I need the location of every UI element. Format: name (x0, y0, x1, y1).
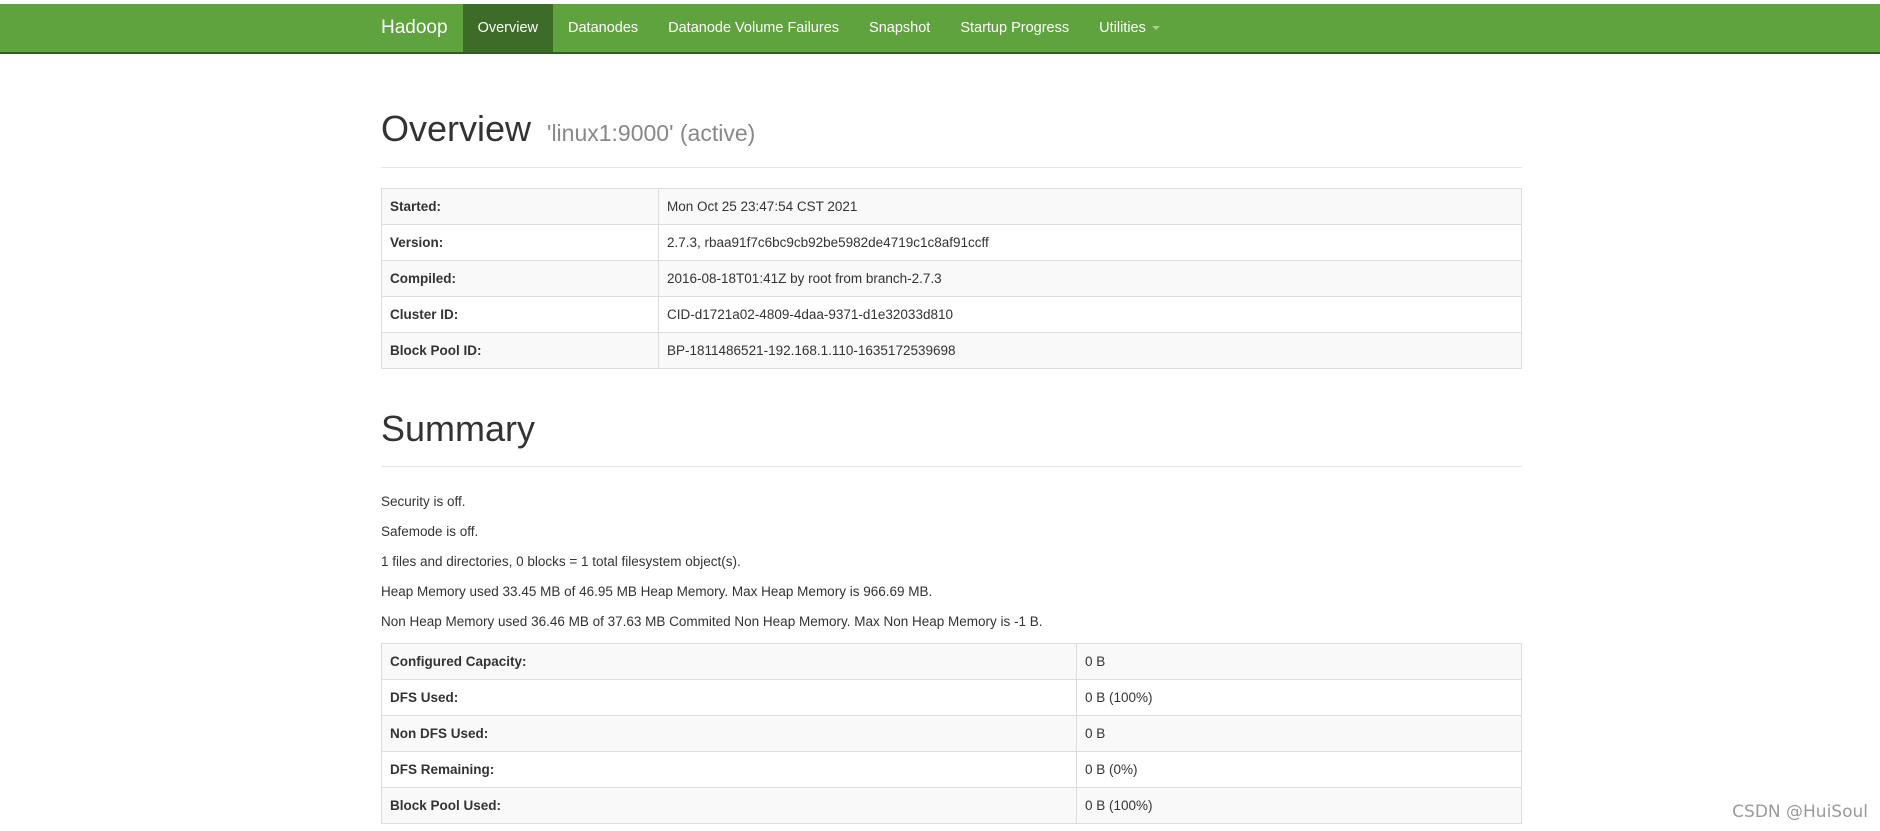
overview-title: Overview 'linux1:9000' (active) (381, 109, 1522, 149)
summary-title: Summary (381, 407, 536, 449)
filesystem-objects: 1 files and directories, 0 blocks = 1 to… (381, 554, 741, 570)
table-row: DFS Remaining: 0 B (0%) (381, 751, 1522, 789)
row-value: 0 B (0%) (1076, 751, 1522, 789)
main-container: Overview 'linux1:9000' (active) Started:… (381, 52, 1522, 825)
row-key: Block Pool ID: (381, 331, 659, 369)
row-key: Cluster ID: (381, 295, 659, 333)
table-row: Block Pool ID: BP-1811486521-192.168.1.1… (381, 331, 1522, 369)
nav-utilities-dropdown[interactable]: Utilities (1084, 4, 1175, 52)
row-value: 2016-08-18T01:41Z by root from branch-2.… (658, 259, 1522, 297)
row-key: Block Pool Used: (381, 787, 1077, 825)
row-key: Compiled: (381, 259, 659, 297)
row-key: Non DFS Used: (381, 715, 1077, 753)
row-value: 0 B (100%) (1076, 679, 1522, 717)
nav-overview[interactable]: Overview (462, 4, 553, 52)
nav-startup-progress[interactable]: Startup Progress (945, 4, 1084, 52)
row-value: 2.7.3, rbaa91f7c6bc9cb92be5982de4719c1c8… (658, 223, 1522, 261)
row-key: DFS Used: (381, 679, 1077, 717)
nav-snapshot[interactable]: Snapshot (854, 4, 945, 52)
row-value: CID-d1721a02-4809-4daa-9371-d1e32033d810 (658, 295, 1522, 333)
row-value: 0 B (1076, 715, 1522, 753)
watermark: CSDN @HuiSoul (1732, 802, 1868, 822)
nav-datanode-volume-failures[interactable]: Datanode Volume Failures (653, 4, 854, 52)
heap-memory: Heap Memory used 33.45 MB of 46.95 MB He… (381, 584, 933, 600)
table-row: Version: 2.7.3, rbaa91f7c6bc9cb92be5982d… (381, 223, 1522, 261)
table-row: Started: Mon Oct 25 23:47:54 CST 2021 (381, 187, 1522, 225)
row-value: BP-1811486521-192.168.1.110-163517253969… (658, 331, 1522, 369)
overview-subtitle: 'linux1:9000' (active) (547, 120, 756, 146)
brand-link[interactable]: Hadoop (366, 4, 463, 52)
row-value: Mon Oct 25 23:47:54 CST 2021 (658, 187, 1522, 225)
safemode-status: Safemode is off. (381, 524, 479, 540)
caret-down-icon (1151, 26, 1160, 31)
overview-table: Started: Mon Oct 25 23:47:54 CST 2021 Ve… (381, 187, 1522, 369)
capacity-table: Configured Capacity: 0 B DFS Used: 0 B (… (381, 643, 1522, 825)
non-heap-memory: Non Heap Memory used 36.46 MB of 37.63 M… (381, 614, 1043, 630)
row-key: DFS Remaining: (381, 751, 1077, 789)
table-row: Cluster ID: CID-d1721a02-4809-4daa-9371-… (381, 295, 1522, 333)
table-row: Configured Capacity: 0 B (381, 643, 1522, 681)
table-row: Non DFS Used: 0 B (381, 715, 1522, 753)
row-value: 0 B (1076, 643, 1522, 681)
table-row: Block Pool Used: 0 B (100%) (381, 787, 1522, 825)
nav-utilities-label: Utilities (1099, 20, 1146, 36)
summary-header: Summary (381, 407, 1522, 468)
navbar: Hadoop Overview Datanodes Datanode Volum… (0, 4, 1880, 54)
row-key: Started: (381, 187, 659, 225)
nav-datanodes[interactable]: Datanodes (553, 4, 653, 52)
table-row: Compiled: 2016-08-18T01:41Z by root from… (381, 259, 1522, 297)
security-status: Security is off. (381, 494, 466, 510)
row-value: 0 B (100%) (1076, 787, 1522, 825)
row-key: Version: (381, 223, 659, 261)
row-key: Configured Capacity: (381, 643, 1077, 681)
overview-header: Overview 'linux1:9000' (active) (381, 109, 1522, 168)
table-row: DFS Used: 0 B (100%) (381, 679, 1522, 717)
summary-lines: Security is off. Safemode is off. 1 file… (381, 487, 1522, 637)
navbar-inner: Hadoop Overview Datanodes Datanode Volum… (366, 4, 1175, 52)
overview-title-text: Overview (381, 108, 532, 149)
